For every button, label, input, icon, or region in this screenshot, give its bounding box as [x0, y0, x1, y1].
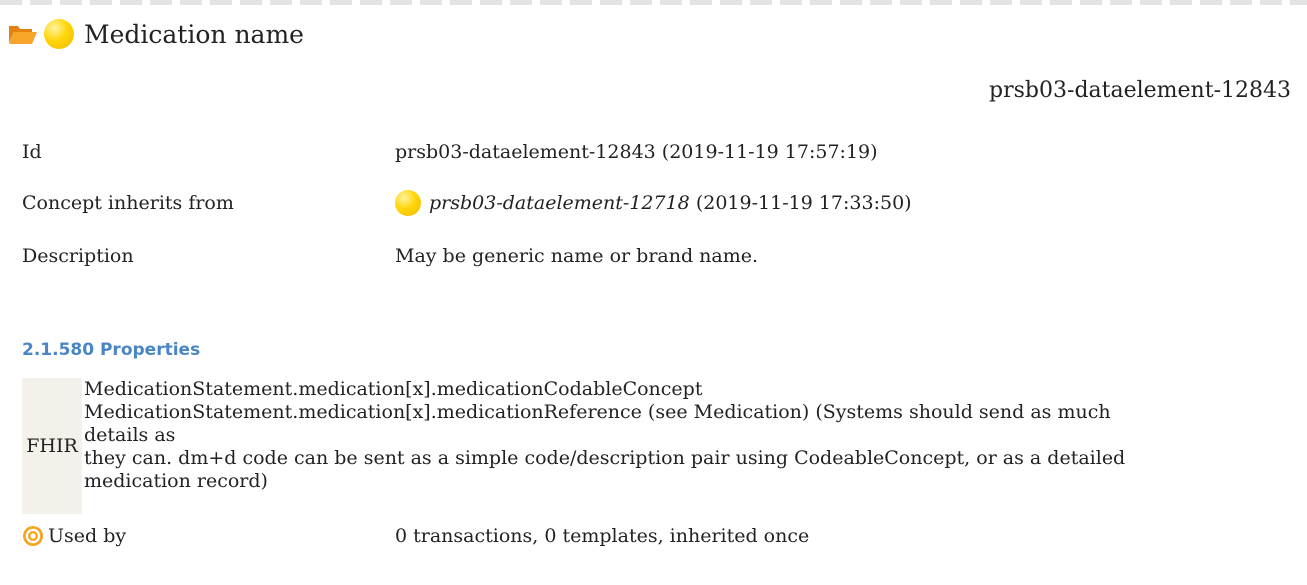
- description-value: May be generic name or brand name.: [395, 245, 759, 267]
- page-header: Medication name: [8, 16, 304, 52]
- used-by-label-wrap[interactable]: Used by: [22, 525, 395, 547]
- id-label: Id: [22, 141, 42, 163]
- inherits-link[interactable]: prsb03-dataelement-12718: [429, 192, 690, 214]
- id-value: prsb03-dataelement-12843 (2019-11-19 17:…: [395, 141, 878, 163]
- folder-open-icon[interactable]: [8, 23, 38, 45]
- inherits-date: (2019-11-19 17:33:50): [695, 192, 912, 214]
- concept-status-icon: [395, 190, 421, 216]
- target-icon[interactable]: [22, 525, 44, 547]
- inherits-value: prsb03-dataelement-12718 (2019-11-19 17:…: [395, 190, 912, 216]
- fhir-label: FHIR: [22, 378, 82, 514]
- element-id: prsb03-dataelement-12843: [989, 78, 1291, 103]
- id-row: Id prsb03-dataelement-12843 (2019-11-19 …: [22, 141, 878, 163]
- inherits-label: Concept inherits from: [22, 192, 234, 214]
- fhir-line: MedicationStatement.medication[x].medica…: [84, 401, 1111, 446]
- description-row: Description May be generic name or brand…: [22, 245, 758, 267]
- used-by-value: 0 transactions, 0 templates, inherited o…: [395, 525, 810, 547]
- fhir-line: they can. dm+d code can be sent as a sim…: [84, 447, 1126, 469]
- concept-status-icon: [44, 19, 74, 49]
- fhir-mappings: MedicationStatement.medication[x].medica…: [82, 378, 1164, 514]
- fhir-line: MedicationStatement.medication[x].medica…: [84, 378, 703, 400]
- used-by-row: Used by 0 transactions, 0 templates, inh…: [22, 525, 809, 547]
- used-by-label: Used by: [48, 525, 127, 547]
- top-dashed-border: [0, 0, 1307, 5]
- description-label: Description: [22, 245, 134, 267]
- fhir-properties: FHIR MedicationStatement.medication[x].m…: [22, 378, 1164, 514]
- page-title: Medication name: [84, 19, 304, 49]
- inherits-row: Concept inherits from prsb03-dataelement…: [22, 190, 912, 216]
- properties-heading[interactable]: 2.1.580 Properties: [22, 340, 200, 360]
- fhir-line: medication record): [84, 470, 268, 492]
